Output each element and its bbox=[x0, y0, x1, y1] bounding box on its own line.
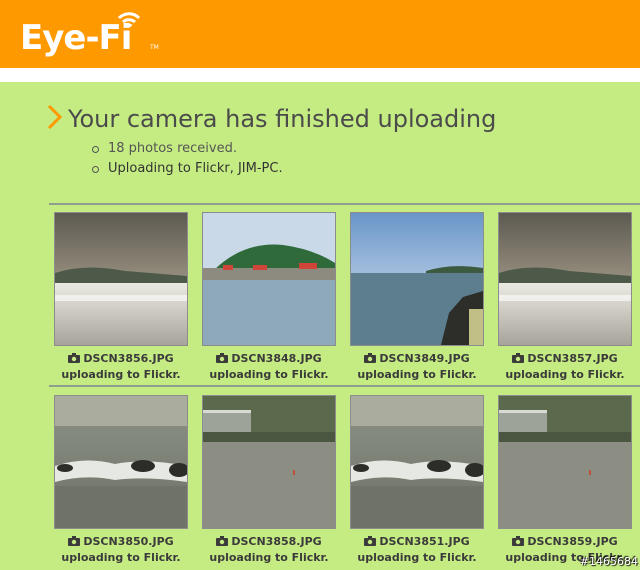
calm-sea-sunset-icon bbox=[55, 213, 187, 345]
camera-icon bbox=[216, 353, 229, 363]
bullet-icon bbox=[92, 166, 99, 173]
photo-filename: DSCN3850.JPG bbox=[54, 534, 188, 550]
watermark: #1465684 bbox=[579, 555, 638, 568]
photo-filename-text: DSCN3849.JPG bbox=[379, 352, 470, 365]
photo-filename-text: DSCN3858.JPG bbox=[231, 535, 322, 548]
photo-thumbnail[interactable] bbox=[350, 212, 484, 346]
camera-icon bbox=[216, 536, 229, 546]
photo-filename: DSCN3857.JPG bbox=[498, 351, 632, 367]
photo-upload-status: uploading to Flickr. bbox=[209, 551, 329, 564]
photo-upload-status: uploading to Flickr. bbox=[61, 368, 181, 381]
status-list: 18 photos received. Uploading to Flickr,… bbox=[90, 139, 283, 179]
photo-filename: DSCN3849.JPG bbox=[350, 351, 484, 367]
camera-icon bbox=[364, 353, 377, 363]
photo-thumbnail[interactable] bbox=[54, 212, 188, 346]
wifi-signal-icon bbox=[117, 12, 141, 28]
waves-rocks-icon bbox=[55, 396, 189, 528]
status-received-text: 18 photos received. bbox=[108, 141, 237, 156]
status-photos-received: 18 photos received. bbox=[90, 139, 283, 159]
beach-buildings-icon bbox=[499, 396, 631, 528]
camera-icon bbox=[68, 536, 81, 546]
divider-top bbox=[49, 203, 640, 205]
status-uploading: Uploading to Flickr, JIM-PC. bbox=[90, 159, 283, 179]
harbor-island-icon bbox=[203, 213, 335, 345]
photo-thumbnail[interactable] bbox=[350, 395, 485, 529]
photo-upload-status: uploading to Flickr. bbox=[61, 551, 181, 564]
photo-filename: DSCN3848.JPG bbox=[202, 351, 336, 367]
photo-card[interactable]: DSCN3848.JPG uploading to Flickr. bbox=[202, 212, 336, 382]
status-uploading-text: Uploading to Flickr, JIM-PC. bbox=[108, 161, 283, 176]
camera-icon bbox=[364, 536, 377, 546]
photo-filename-text: DSCN3850.JPG bbox=[83, 535, 174, 548]
photo-thumbnail[interactable] bbox=[202, 395, 336, 529]
photo-filename-text: DSCN3859.JPG bbox=[527, 535, 618, 548]
eye-fi-logo[interactable]: Eye-Fi TM bbox=[20, 12, 159, 58]
header-bar: Eye-Fi TM bbox=[0, 0, 640, 68]
photo-filename-text: DSCN3851.JPG bbox=[379, 535, 470, 548]
header-divider-strip bbox=[0, 68, 640, 82]
calm-sea-sunset-icon bbox=[499, 213, 631, 345]
photo-thumbnail[interactable] bbox=[498, 395, 632, 529]
photo-thumbnail[interactable] bbox=[202, 212, 336, 346]
photo-upload-status: uploading to Flickr. bbox=[357, 551, 477, 564]
photo-filename-text: DSCN3856.JPG bbox=[83, 352, 174, 365]
camera-icon bbox=[512, 536, 525, 546]
photo-card[interactable]: DSCN3851.JPG uploading to Flickr. bbox=[350, 395, 485, 565]
photo-upload-status: uploading to Flickr. bbox=[357, 368, 477, 381]
photo-card[interactable]: DSCN3850.JPG uploading to Flickr. bbox=[54, 395, 189, 565]
chevron-right-icon bbox=[47, 104, 63, 130]
divider-middle bbox=[49, 385, 640, 387]
bullet-icon bbox=[92, 146, 99, 153]
photo-card[interactable]: DSCN3849.JPG uploading to Flickr. bbox=[350, 212, 484, 382]
page-title: Your camera has finished uploading bbox=[68, 105, 497, 133]
waves-rocks-icon bbox=[351, 396, 485, 528]
photo-thumbnail[interactable] bbox=[498, 212, 632, 346]
photo-upload-status: uploading to Flickr. bbox=[505, 368, 625, 381]
photo-filename-text: DSCN3848.JPG bbox=[231, 352, 322, 365]
camera-icon bbox=[512, 353, 525, 363]
photo-filename: DSCN3858.JPG bbox=[202, 534, 336, 550]
blue-sky-coast-icon bbox=[351, 213, 483, 345]
photo-card[interactable]: DSCN3857.JPG uploading to Flickr. bbox=[498, 212, 632, 382]
camera-icon bbox=[68, 353, 81, 363]
photo-filename: DSCN3859.JPG bbox=[498, 534, 632, 550]
beach-buildings-icon bbox=[203, 396, 335, 528]
photo-card[interactable]: DSCN3858.JPG uploading to Flickr. bbox=[202, 395, 336, 565]
logo-trademark: TM bbox=[150, 44, 159, 51]
photo-filename-text: DSCN3857.JPG bbox=[527, 352, 618, 365]
photo-filename: DSCN3851.JPG bbox=[350, 534, 484, 550]
photo-card[interactable]: DSCN3856.JPG uploading to Flickr. bbox=[54, 212, 188, 382]
photo-card[interactable]: DSCN3859.JPG uploading to Flickr. bbox=[498, 395, 632, 565]
photo-upload-status: uploading to Flickr. bbox=[209, 368, 329, 381]
photo-filename: DSCN3856.JPG bbox=[54, 351, 188, 367]
photo-thumbnail[interactable] bbox=[54, 395, 189, 529]
